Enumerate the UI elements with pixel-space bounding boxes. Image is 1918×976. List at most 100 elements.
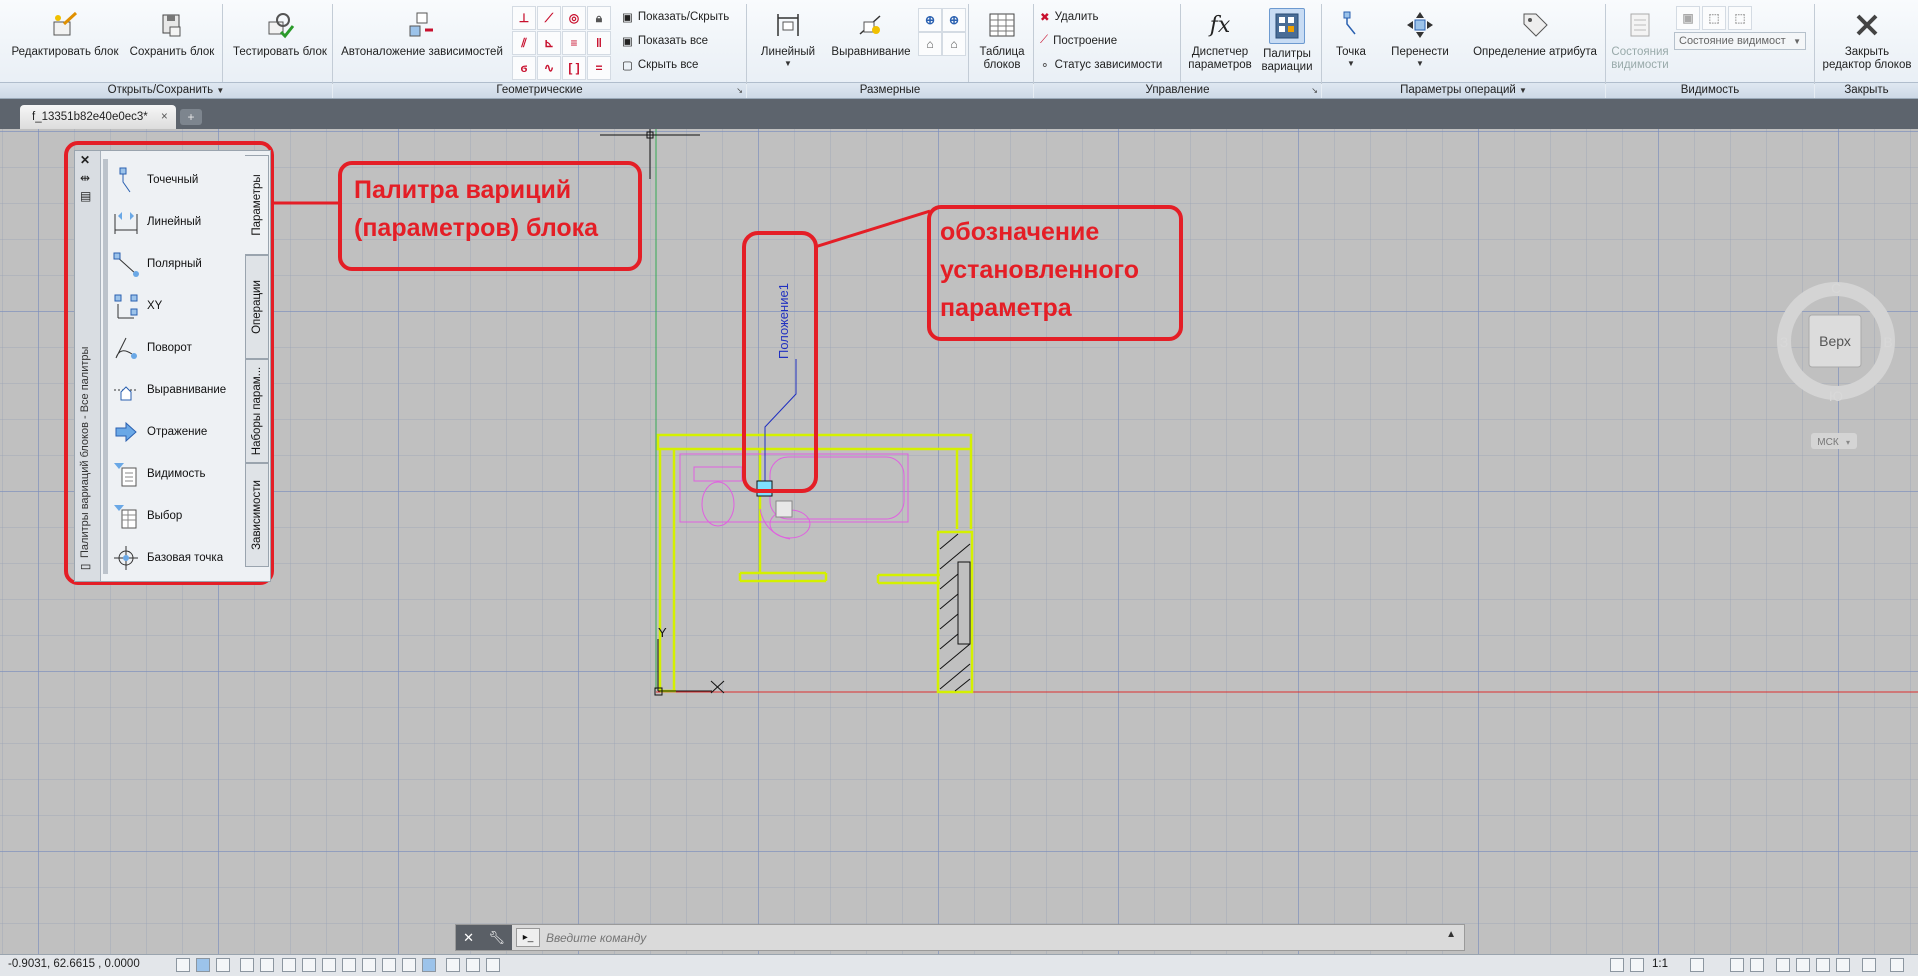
linear-dim-button[interactable]: Линейный ▼ xyxy=(752,8,824,68)
save-block-button[interactable]: Сохранить блок xyxy=(120,8,224,59)
coincident-icon[interactable]: ⊥ xyxy=(512,6,536,30)
tab-parameter-sets[interactable]: Наборы парам... xyxy=(245,359,269,463)
palette-item-linear[interactable]: Линейный xyxy=(111,201,235,243)
move-action-button[interactable]: Перенести ▼ xyxy=(1380,8,1460,68)
show-all-button[interactable]: ▣ Показать все xyxy=(622,34,708,48)
show-hide-button[interactable]: ▣ Показать/Скрыть xyxy=(622,10,729,24)
panel-manage-title[interactable]: Управление ↘ xyxy=(1034,82,1321,98)
lock-ui-icon[interactable] xyxy=(1796,958,1810,972)
new-tab-button[interactable]: + xyxy=(180,109,202,125)
smooth-icon[interactable]: ∿ xyxy=(537,56,561,80)
palette-item-basepoint[interactable]: Базовая точка xyxy=(111,537,235,579)
grid-icon[interactable] xyxy=(196,958,210,972)
equal-icon[interactable]: = xyxy=(587,56,611,80)
attribute-definition-button[interactable]: Определение атрибута xyxy=(1468,8,1602,59)
palette-item-lookup[interactable]: Выбор xyxy=(111,495,235,537)
panel-close-title[interactable]: Закрыть xyxy=(1815,82,1918,98)
drawing-canvas[interactable]: Положение1 Y Палитра вариций (параметров… xyxy=(0,129,1918,954)
file-tab[interactable]: f_13351b82e40e0ec3* × xyxy=(20,105,176,129)
fix-icon[interactable]: 🔒︎ xyxy=(587,6,611,30)
annotation-visibility-icon[interactable] xyxy=(1610,958,1624,972)
annotation-monitor-icon[interactable] xyxy=(1730,958,1744,972)
hardware-acceleration-icon[interactable] xyxy=(1836,958,1850,972)
lineweight-icon[interactable] xyxy=(382,958,396,972)
point-param-button[interactable]: Точка ▼ xyxy=(1326,8,1376,68)
delete-button[interactable]: ✖ Удалить xyxy=(1040,10,1099,24)
palette-menu-icon[interactable]: ▭ xyxy=(80,559,91,573)
hide-all-button[interactable]: ▢ Скрыть все xyxy=(622,58,698,72)
visibility-states-button[interactable]: Состояния видимости xyxy=(1608,8,1672,72)
clean-screen-icon[interactable] xyxy=(1862,958,1876,972)
tab-constraints[interactable]: Зависимости xyxy=(245,463,269,567)
dim-icon-2[interactable]: ⊕ xyxy=(942,8,966,32)
palette-item-polar[interactable]: Полярный xyxy=(111,243,235,285)
panel-dimensional-title[interactable]: Размерные xyxy=(747,82,1033,98)
vertical-icon[interactable]: ‖ xyxy=(587,31,611,55)
transparency-icon[interactable] xyxy=(402,958,416,972)
selection-cycling-icon[interactable] xyxy=(422,958,436,972)
command-prompt-icon[interactable]: ▸_ xyxy=(516,928,540,947)
horizontal-icon[interactable]: ≡ xyxy=(562,31,586,55)
tab-actions[interactable]: Операции xyxy=(245,255,269,359)
annotation-scale[interactable]: 1:1 xyxy=(1652,958,1668,970)
palette-item-point[interactable]: Точечный xyxy=(111,159,235,201)
collinear-icon[interactable]: ⟋ xyxy=(537,6,561,30)
view-cube[interactable]: Верх С Ю З В МСК ▾ xyxy=(1776,279,1896,469)
command-settings-icon[interactable]: 🔧︎ xyxy=(488,930,505,946)
polar-tracking-icon[interactable] xyxy=(302,958,316,972)
construction-button[interactable]: ⟋ Построение xyxy=(1040,34,1117,47)
model-space-icon[interactable] xyxy=(176,958,190,972)
visibility-small-icon-2[interactable]: ⬚ xyxy=(1702,6,1726,30)
workspace-switch-icon[interactable] xyxy=(1690,958,1704,972)
panel-geometric-title[interactable]: Геометрические ↘ xyxy=(333,82,746,98)
palette-properties-icon[interactable]: ▤ xyxy=(80,189,91,203)
auto-constrain-button[interactable]: Автоналожение зависимостей xyxy=(336,8,508,59)
dim-lock-icon-1[interactable]: ⌂ xyxy=(918,32,942,56)
isometric-icon[interactable] xyxy=(322,958,336,972)
palette-autohide-icon[interactable]: ⇹ xyxy=(80,171,90,185)
panel-visibility-title[interactable]: Видимость xyxy=(1606,82,1814,98)
ortho-icon[interactable] xyxy=(282,958,296,972)
palette-item-rotation[interactable]: Поворот xyxy=(111,327,235,369)
symmetric-icon[interactable]: [ ] xyxy=(562,56,586,80)
block-table-button[interactable]: Таблица блоков xyxy=(974,8,1030,72)
dynamic-input-icon[interactable] xyxy=(260,958,274,972)
visibility-small-icon-1[interactable]: ▣ xyxy=(1676,6,1700,30)
panel-open-save-title[interactable]: Открыть/Сохранить ▼ xyxy=(0,82,332,98)
palette-titlebar[interactable]: ✕ ⇹ ▤ Палитры вариаций блоков - Все пали… xyxy=(75,151,101,581)
concentric-icon[interactable]: ◎ xyxy=(562,6,586,30)
command-input[interactable] xyxy=(544,927,1438,949)
close-block-editor-button[interactable]: Закрыть редактор блоков xyxy=(1818,8,1916,72)
3d-osnap-icon[interactable] xyxy=(446,958,460,972)
isolate-objects-icon[interactable] xyxy=(1816,958,1830,972)
panel-action-params-title[interactable]: Параметры операций ▼ xyxy=(1322,82,1605,98)
command-close-icon[interactable]: ✕ xyxy=(463,930,474,946)
command-history-arrow-icon[interactable]: ▲ xyxy=(1446,929,1456,940)
palette-close-icon[interactable]: ✕ xyxy=(80,153,90,167)
aligned-dim-button[interactable]: Выравнивание xyxy=(828,8,914,59)
param-manager-button[interactable]: fx Диспетчер параметров xyxy=(1186,8,1254,72)
object-snap-tracking-icon[interactable] xyxy=(342,958,356,972)
parallel-icon[interactable]: ⫽ xyxy=(512,31,536,55)
visibility-state-combo[interactable]: Состояние видимост ▼ xyxy=(1674,32,1806,50)
palette-item-alignment[interactable]: Выравнивание xyxy=(111,369,235,411)
object-snap-icon[interactable] xyxy=(362,958,376,972)
test-block-button[interactable]: Тестировать блок xyxy=(228,8,332,59)
authoring-palettes-button[interactable]: Палитры вариации xyxy=(1256,8,1318,74)
close-tab-icon[interactable]: × xyxy=(161,105,168,129)
dim-lock-icon-2[interactable]: ⌂ xyxy=(942,32,966,56)
dynamic-ucs-icon[interactable] xyxy=(466,958,480,972)
units-icon[interactable] xyxy=(1750,958,1764,972)
selection-filter-icon[interactable] xyxy=(486,958,500,972)
quick-properties-icon[interactable] xyxy=(1776,958,1790,972)
edit-block-button[interactable]: Редактировать блок xyxy=(6,8,124,59)
tangent-icon[interactable]: ϭ xyxy=(512,56,536,80)
infer-constraints-icon[interactable] xyxy=(240,958,254,972)
auto-scale-icon[interactable] xyxy=(1630,958,1644,972)
dim-icon-1[interactable]: ⊕ xyxy=(918,8,942,32)
customization-menu-icon[interactable] xyxy=(1890,958,1904,972)
tab-parameters[interactable]: Параметры xyxy=(245,155,269,255)
snap-icon[interactable] xyxy=(216,958,230,972)
perpendicular-icon[interactable]: ⊾ xyxy=(537,31,561,55)
palette-item-visibility[interactable]: Видимость xyxy=(111,453,235,495)
